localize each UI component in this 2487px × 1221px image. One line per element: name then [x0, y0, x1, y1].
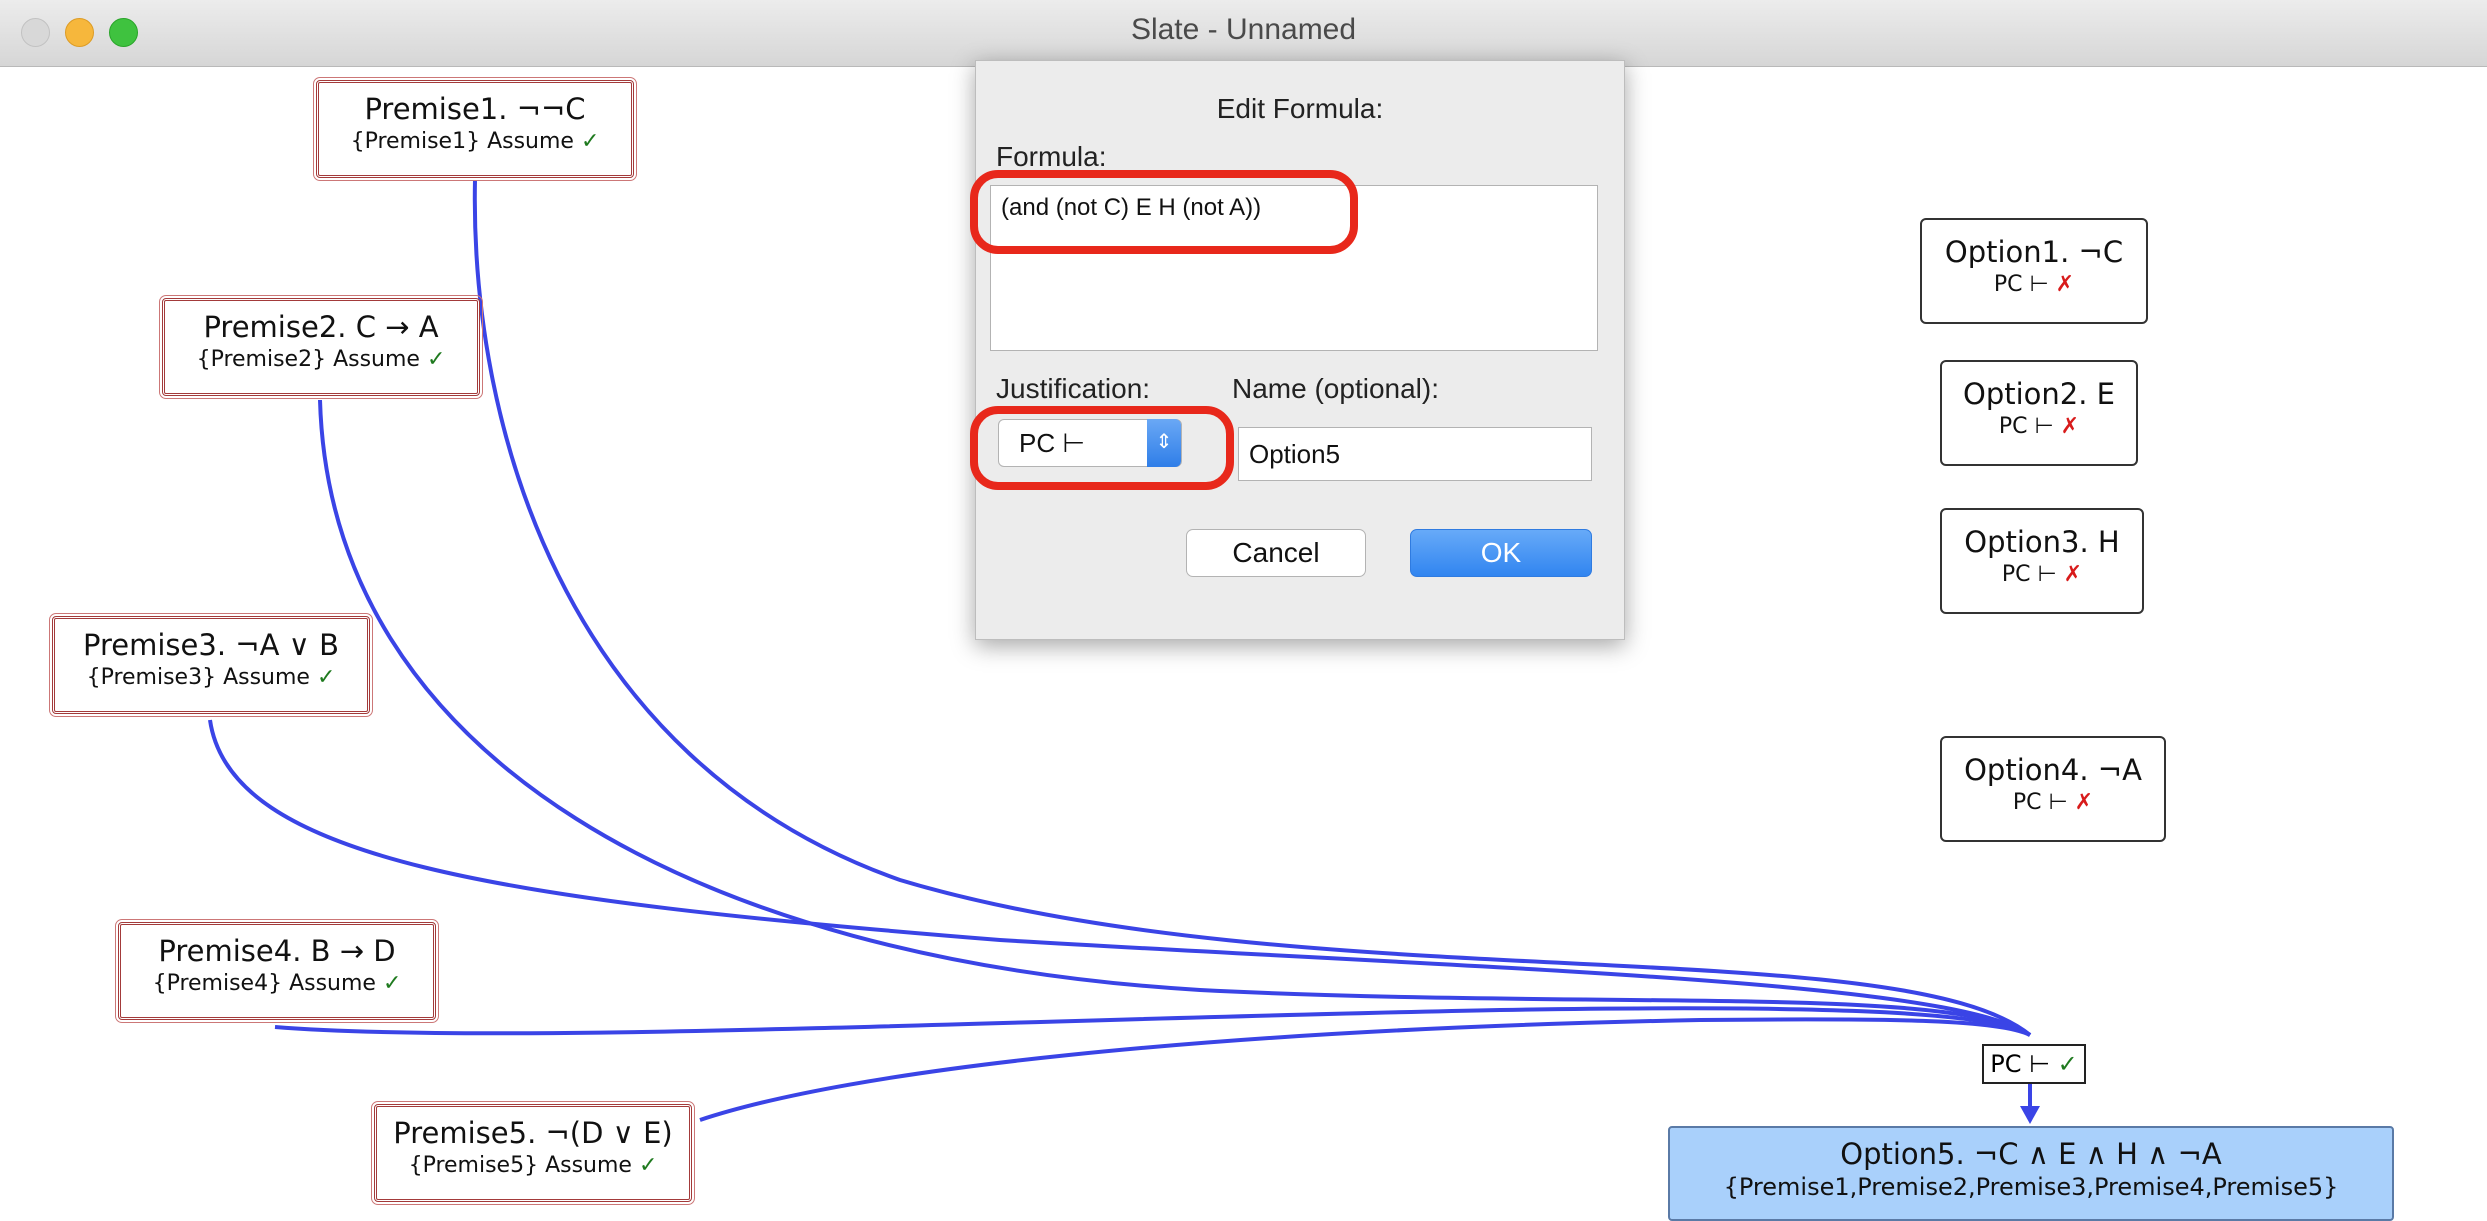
arrowhead [2020, 1106, 2040, 1124]
invalid-cross-icon: ✗ [2060, 414, 2080, 439]
valid-check-icon: ✓ [382, 971, 402, 996]
premise-formula: Premise3. ¬A ∨ B [83, 628, 339, 662]
premise-support: {Premise4} Assume [152, 971, 376, 996]
justification-label: Justification: [996, 373, 1151, 404]
goal-justification-box[interactable]: PC ⊢ ✓ [1982, 1044, 2086, 1084]
cancel-button[interactable]: Cancel [1186, 529, 1366, 577]
option-formula: Option1. ¬C [1944, 235, 2124, 269]
option-node-2[interactable]: Option2. E PC ⊢ ✗ [1940, 360, 2138, 466]
option-node-4[interactable]: Option4. ¬A PC ⊢ ✗ [1940, 736, 2166, 842]
premise-formula: Premise4. B → D [158, 934, 396, 968]
goal-node-option5[interactable]: Option5. ¬C ∧ E ∧ H ∧ ¬A {Premise1,Premi… [1668, 1126, 2394, 1221]
invalid-cross-icon: ✗ [2063, 562, 2083, 587]
invalid-cross-icon: ✗ [2055, 272, 2075, 297]
option-formula: Option4. ¬A [1964, 753, 2142, 787]
option-justification: PC ⊢ [2012, 790, 2068, 815]
premise-node-2[interactable]: Premise2. C → A {Premise2} Assume ✓ [159, 295, 483, 399]
goal-justification: PC ⊢ [1990, 1050, 2050, 1078]
valid-check-icon: ✓ [426, 347, 446, 372]
premise-formula: Premise1. ¬¬C [364, 92, 586, 126]
dialog-title: Edit Formula: [1216, 93, 1384, 124]
goal-support: {Premise1,Premise2,Premise3,Premise4,Pre… [1723, 1173, 2339, 1201]
valid-check-icon: ✓ [2057, 1050, 2078, 1078]
name-label: Name (optional): [1232, 373, 1439, 404]
link-premise4 [274, 1006, 2032, 1037]
premise-support: {Premise3} Assume [86, 665, 310, 690]
option-formula: Option3. H [1964, 525, 2120, 559]
option-justification: PC ⊢ [1998, 414, 2054, 439]
premise-formula: Premise2. C → A [203, 310, 439, 344]
option-formula: Option2. E [1963, 377, 2115, 411]
invalid-cross-icon: ✗ [2074, 790, 2094, 815]
premise-node-1[interactable]: Premise1. ¬¬C {Premise1} Assume ✓ [313, 77, 637, 181]
premise-node-5[interactable]: Premise5. ¬(D ∨ E) {Premise5} Assume ✓ [371, 1101, 695, 1205]
option-justification: PC ⊢ [2001, 562, 2057, 587]
valid-check-icon: ✓ [638, 1153, 658, 1178]
name-field[interactable]: Option5 [1238, 427, 1592, 481]
formula-label: Formula: [996, 141, 1107, 172]
premise-support: {Premise2} Assume [196, 347, 420, 372]
edit-formula-dialog: Edit Formula: Formula: (and (not C) E H … [975, 60, 1625, 640]
premise-node-3[interactable]: Premise3. ¬A ∨ B {Premise3} Assume ✓ [49, 613, 373, 717]
option-node-1[interactable]: Option1. ¬C PC ⊢ ✗ [1920, 218, 2148, 324]
goal-formula: Option5. ¬C ∧ E ∧ H ∧ ¬A [1840, 1137, 2222, 1171]
justification-highlight-annotation [970, 406, 1234, 490]
link-premise5 [699, 1017, 2031, 1122]
premise-support: {Premise5} Assume [408, 1153, 632, 1178]
option-justification: PC ⊢ [1993, 272, 2049, 297]
premise-support: {Premise1} Assume [350, 129, 574, 154]
formula-highlight-annotation [970, 170, 1358, 254]
premise-node-4[interactable]: Premise4. B → D {Premise4} Assume ✓ [115, 919, 439, 1023]
link-premise3 [208, 719, 2032, 1037]
ok-button[interactable]: OK [1410, 529, 1592, 577]
premise-formula: Premise5. ¬(D ∨ E) [393, 1116, 673, 1150]
valid-check-icon: ✓ [316, 665, 336, 690]
name-field-value: Option5 [1249, 439, 1341, 469]
valid-check-icon: ✓ [580, 129, 600, 154]
option-node-3[interactable]: Option3. H PC ⊢ ✗ [1940, 508, 2144, 614]
